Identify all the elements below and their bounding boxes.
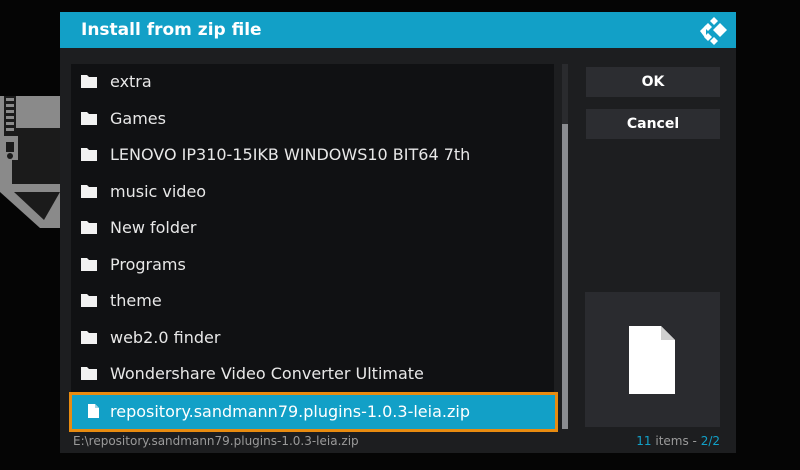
list-item-label: extra (110, 72, 152, 91)
list-item[interactable]: New folder (71, 210, 554, 246)
list-item[interactable]: LENOVO IP310-15IKB WINDOWS10 BIT64 7th (71, 137, 554, 173)
install-zip-dialog: Install from zip file extra Games LENOVO… (60, 12, 736, 453)
list-item[interactable]: Games (71, 101, 554, 137)
list-item-label: theme (110, 291, 162, 310)
folder-icon (81, 148, 97, 161)
list-item[interactable]: web2.0 finder (71, 320, 554, 356)
item-count: 11 (636, 434, 652, 448)
list-item-label: repository.sandmann79.plugins-1.0.3-leia… (110, 402, 470, 421)
list-item-selected[interactable]: repository.sandmann79.plugins-1.0.3-leia… (69, 392, 558, 432)
file-list: extra Games LENOVO IP310-15IKB WINDOWS10… (69, 64, 558, 432)
list-scrollbar[interactable] (562, 64, 568, 429)
file-preview-thumbnail (585, 292, 720, 427)
folder-icon (81, 257, 97, 271)
list-item-label: New folder (110, 218, 197, 237)
list-item-label: Wondershare Video Converter Ultimate (110, 364, 424, 383)
file-icon (88, 404, 99, 418)
kodi-logo-icon (700, 17, 727, 45)
folder-icon (81, 184, 97, 198)
dialog-header: Install from zip file (60, 12, 736, 48)
file-icon (629, 326, 675, 394)
list-item-label: Programs (110, 254, 186, 274)
folder-icon (81, 111, 97, 125)
list-item[interactable]: extra (71, 64, 554, 100)
item-counter: 11 items - 2/2 (636, 434, 720, 448)
scrollbar-thumb[interactable] (562, 124, 568, 429)
items-word: items - (651, 434, 701, 448)
folder-icon (81, 75, 97, 88)
folder-icon (81, 221, 97, 234)
list-item[interactable]: music video (71, 174, 554, 210)
list-item-label: LENOVO IP310-15IKB WINDOWS10 BIT64 7th (110, 145, 471, 164)
page-indicator: 2/2 (700, 434, 720, 448)
folder-icon (81, 367, 97, 380)
folder-icon (81, 294, 97, 307)
folder-icon (81, 330, 97, 344)
ok-button[interactable]: OK (586, 67, 720, 97)
list-item-label: Games (110, 108, 166, 128)
cancel-button[interactable]: Cancel (586, 109, 720, 139)
zip-arrow-background-icon (0, 96, 62, 228)
dialog-title: Install from zip file (81, 20, 262, 40)
selected-file-path: E:\repository.sandmann79.plugins-1.0.3-l… (73, 434, 359, 448)
list-item[interactable]: Wondershare Video Converter Ultimate (71, 356, 554, 392)
list-item-label: music video (110, 181, 207, 201)
list-item-label: web2.0 finder (110, 327, 221, 347)
list-item[interactable]: Programs (71, 247, 554, 283)
list-item[interactable]: theme (71, 283, 554, 319)
